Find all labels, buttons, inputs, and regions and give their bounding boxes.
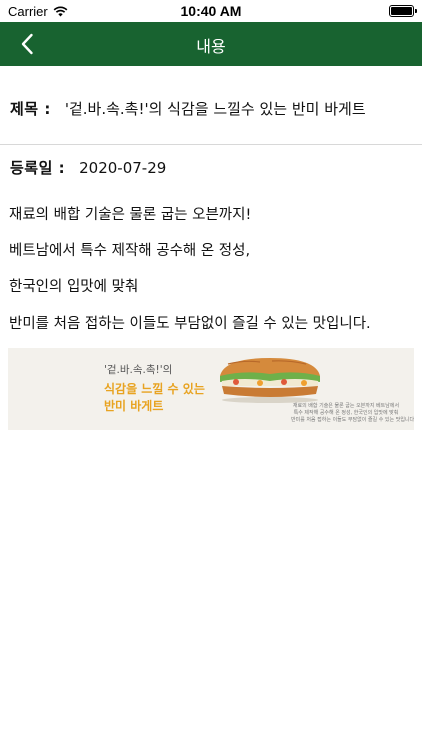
divider xyxy=(0,144,422,145)
title-label: 제목 : xyxy=(10,100,51,118)
banner-small-text: 반미를 처음 접하는 이들도 부담없이 즐길 수 있는 맛입니다. xyxy=(291,417,414,423)
nav-bar: 내용 xyxy=(0,22,422,66)
status-bar: Carrier 10:40 AM xyxy=(0,0,422,22)
back-button[interactable] xyxy=(10,28,44,60)
nav-title: 내용 xyxy=(196,37,226,56)
status-time: 10:40 AM xyxy=(180,3,242,19)
date-value: 2020-07-29 xyxy=(79,159,167,177)
date-row: 등록일 : 2020-07-29 xyxy=(10,157,412,178)
chevron-left-icon xyxy=(21,33,33,55)
body-line: 베트남에서 특수 제작해 공수해 온 정성, xyxy=(9,243,251,259)
banner-headline-1: 식감을 느낄 수 있는 xyxy=(104,382,205,396)
banner-quote: '겉.바.속.촉!'의 xyxy=(104,364,173,376)
banh-mi-sandwich-image xyxy=(220,358,320,403)
body-line: 재료의 배합 기술은 물론 굽는 오븐까지! xyxy=(9,207,252,223)
title-row: 제목 : '겉.바.속.촉!'의 식감을 느낄수 있는 반미 바게트 xyxy=(10,98,412,119)
banner-headline-2: 반미 바게트 xyxy=(104,399,164,413)
date-label: 등록일 : xyxy=(10,159,66,177)
body-line: 한국인의 입맛에 맞춰 xyxy=(9,279,139,295)
banner-small-text: 재료의 배합 기술은 물론 굽는 오븐까지 베트남에서 xyxy=(292,403,400,409)
promo-banner: '겉.바.속.촉!'의 식감을 느낄 수 있는 반미 바게트 재료의 배합 기술… xyxy=(8,348,414,430)
title-value: '겉.바.속.촉!'의 식감을 느낄수 있는 반미 바게트 xyxy=(64,100,366,118)
banner-small-text: 특수 제작해 공수해 온 정성, 한국인의 입맛에 맞춰 xyxy=(293,410,399,416)
battery-icon xyxy=(389,5,417,17)
body-line: 반미를 처음 접하는 이들도 부담없이 즐길 수 있는 맛입니다. xyxy=(9,316,371,332)
